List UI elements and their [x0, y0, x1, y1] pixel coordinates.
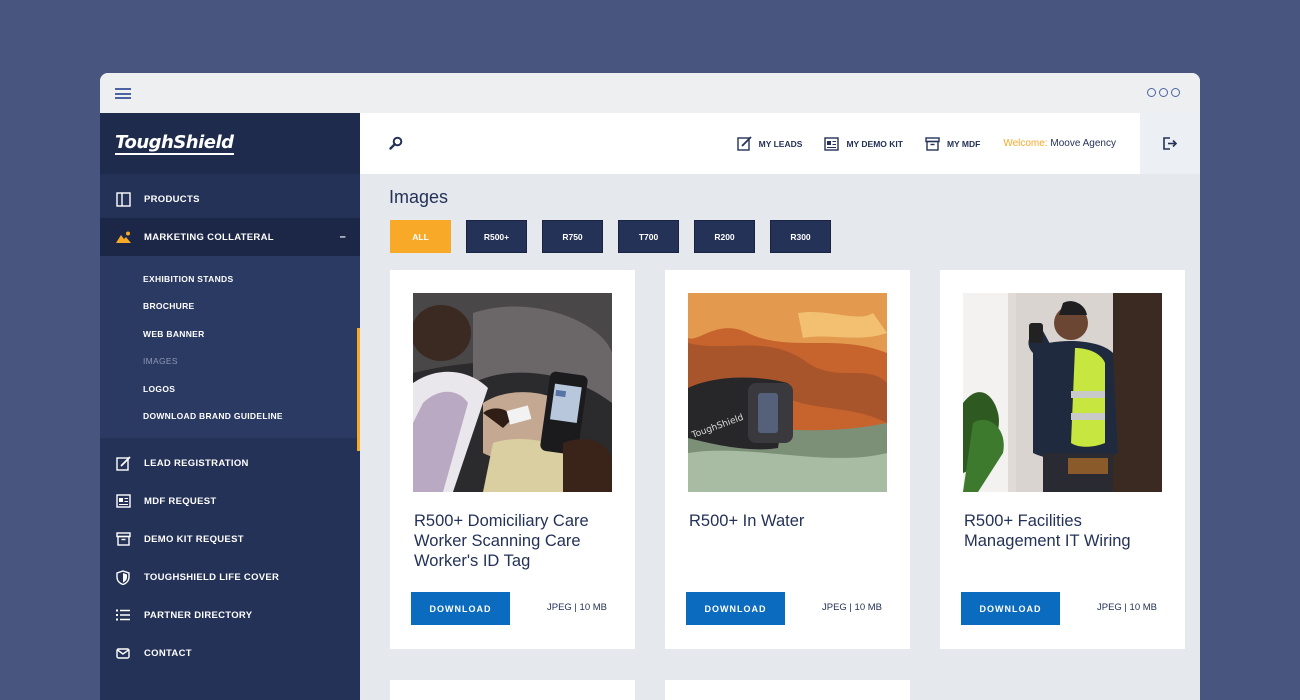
newspaper-icon: [115, 493, 131, 509]
file-meta: JPEG | 10 MB: [821, 602, 882, 613]
sidebar-item-toughshield-life-cover[interactable]: TOUGHSHIELD LIFE COVER: [100, 558, 360, 596]
filter-r500plus[interactable]: R500+: [466, 220, 527, 253]
submenu-item-web-banner[interactable]: WEB BANNER: [100, 320, 360, 348]
sidebar-item-label: PRODUCTS: [144, 193, 200, 205]
my-demo-kit-label: MY DEMO KIT: [846, 138, 903, 149]
sidebar-item-mdf-request[interactable]: MDF REQUEST: [100, 482, 360, 520]
submenu-marketing-collateral: EXHIBITION STANDS BROCHURE WEB BANNER IM…: [100, 256, 360, 451]
card-title: R500+ In Water: [689, 512, 805, 530]
products-icon: [115, 191, 131, 207]
logo-area: ToughShield: [100, 113, 360, 174]
submenu-item-logos[interactable]: LOGOS: [100, 375, 360, 403]
main-content: Images ALL R500+ R750 T700 R200 R300 R50…: [360, 174, 1200, 700]
image-thumbnail[interactable]: [963, 293, 1162, 492]
page-title: Images: [389, 187, 449, 207]
image-icon: [115, 229, 131, 245]
my-mdf-label: MY MDF: [946, 138, 981, 149]
edit-icon: [736, 136, 752, 151]
top-links: MY LEADS MY DEMO KIT MY MDF Welcome: Moo…: [715, 113, 1116, 174]
image-thumbnail[interactable]: ToughShield: [688, 293, 887, 492]
archive-icon: [115, 531, 131, 547]
archive-icon: [925, 136, 940, 151]
image-card: ToughShield R500+ In Water DOWNLOAD JPEG…: [665, 270, 910, 649]
sidebar-item-label: LEAD REGISTRATION: [144, 457, 249, 469]
sidebar-item-marketing-collateral[interactable]: MARKETING COLLATERAL –: [100, 218, 360, 256]
sidebar: ToughShield PRODUCTS MARKETING COLLATERA…: [100, 113, 360, 700]
sidebar-item-label: MDF REQUEST: [144, 495, 217, 507]
sidebar-item-label: MARKETING COLLATERAL: [144, 231, 274, 243]
brand-logo[interactable]: ToughShield: [115, 133, 234, 155]
logout-button[interactable]: [1140, 113, 1200, 174]
newspaper-icon: [824, 136, 840, 151]
filter-all[interactable]: ALL: [390, 220, 451, 253]
my-leads-link[interactable]: MY LEADS: [736, 136, 803, 151]
list-icon: [115, 607, 131, 623]
sidebar-item-demo-kit-request[interactable]: DEMO KIT REQUEST: [100, 520, 360, 558]
edit-icon: [115, 455, 131, 471]
image-thumbnail[interactable]: [413, 293, 612, 492]
sidebar-item-label: PARTNER DIRECTORY: [144, 609, 253, 621]
more-options-icon[interactable]: [1147, 88, 1180, 97]
download-button[interactable]: DOWNLOAD: [686, 592, 785, 625]
search-icon[interactable]: [389, 136, 404, 151]
window-titlebar: [100, 73, 1200, 113]
image-card: R500+ Facilities Management IT Wiring DO…: [940, 270, 1185, 649]
welcome-label: Welcome:: [1003, 138, 1048, 149]
my-demo-kit-link[interactable]: MY DEMO KIT: [824, 136, 903, 151]
my-leads-label: MY LEADS: [758, 138, 803, 149]
mail-icon: [115, 645, 131, 661]
download-button[interactable]: DOWNLOAD: [411, 592, 510, 625]
filter-bar: ALL R500+ R750 T700 R200 R300: [390, 220, 831, 253]
sidebar-item-label: TOUGHSHIELD LIFE COVER: [144, 571, 280, 583]
filter-t700[interactable]: T700: [618, 220, 679, 253]
filter-r750[interactable]: R750: [542, 220, 603, 253]
submenu-item-brochure[interactable]: BROCHURE: [100, 293, 360, 321]
welcome-user: Moove Agency: [1050, 138, 1116, 149]
filter-r200[interactable]: R200: [694, 220, 755, 253]
sidebar-item-contact[interactable]: CONTACT: [100, 634, 360, 672]
filter-r300[interactable]: R300: [770, 220, 831, 253]
sidebar-item-lead-registration[interactable]: LEAD REGISTRATION: [100, 444, 360, 482]
card-title: R500+ Domiciliary Care Worker Scanning C…: [414, 512, 589, 570]
sidebar-item-partner-directory[interactable]: PARTNER DIRECTORY: [100, 596, 360, 634]
hamburger-menu-icon[interactable]: [115, 88, 131, 99]
sidebar-item-label: DEMO KIT REQUEST: [144, 533, 244, 545]
my-mdf-link[interactable]: MY MDF: [925, 136, 980, 151]
file-meta: JPEG | 10 MB: [546, 602, 607, 613]
file-meta: JPEG | 10 MB: [1096, 602, 1157, 613]
app-window: ToughShield PRODUCTS MARKETING COLLATERA…: [100, 73, 1200, 700]
image-card-partial: [665, 680, 910, 700]
card-title: R500+ Facilities Management IT Wiring: [964, 512, 1131, 550]
top-bar: MY LEADS MY DEMO KIT MY MDF Welcome: Moo…: [360, 113, 1200, 174]
shield-icon: [115, 569, 131, 585]
submenu-item-exhibition-stands[interactable]: EXHIBITION STANDS: [100, 265, 360, 293]
sidebar-item-label: CONTACT: [144, 647, 192, 659]
download-button[interactable]: DOWNLOAD: [961, 592, 1060, 625]
submenu-item-images[interactable]: IMAGES: [100, 348, 360, 376]
sidebar-item-products[interactable]: PRODUCTS: [100, 180, 360, 218]
image-card-partial: [390, 680, 635, 700]
image-card: R500+ Domiciliary Care Worker Scanning C…: [390, 270, 635, 649]
welcome-text: Welcome: Moove Agency: [1003, 138, 1116, 149]
submenu-item-download-brand-guideline[interactable]: DOWNLOAD BRAND GUIDELINE: [100, 403, 360, 431]
logout-icon: [1162, 137, 1177, 150]
collapse-icon[interactable]: –: [340, 231, 346, 243]
